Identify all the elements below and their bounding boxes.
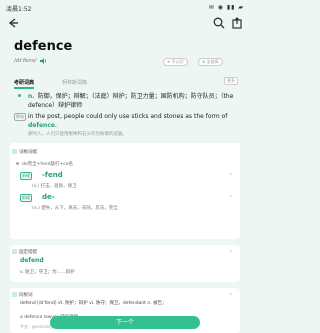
chevron-right-icon[interactable]: › — [230, 193, 232, 200]
phonetic: /dɪˈfens/ — [14, 58, 37, 64]
status-icons: ✉ ◉ ▮▮ ▰ — [208, 4, 244, 11]
headword: defence — [14, 39, 73, 54]
part-of-speech: n. — [28, 93, 35, 100]
affix-tag: 前缀 — [20, 172, 32, 180]
status-bar: 凌晨1:52 ✉ ◉ ▮▮ ▰ — [0, 0, 250, 14]
root-de[interactable]: de- — [42, 193, 55, 201]
phrase-card-title: 固定搭配 — [12, 249, 37, 255]
etymology-card-title: 词根词缀 — [12, 149, 37, 155]
more-button[interactable]: 更多 — [224, 77, 238, 85]
tab-kaoyan-dictionary[interactable]: 考研词典 — [14, 79, 35, 89]
example-translation: 那时人，人们只能用棍棒和石头作为防御的武器。 — [28, 132, 127, 137]
chevron-right-icon[interactable]: › — [230, 248, 232, 255]
tab-collins-dictionary[interactable]: 柯林斯词典 — [62, 79, 87, 86]
example-tag: 例句 — [14, 113, 26, 121]
root-fend-desc: (v.) 打击，驱除，保卫 — [32, 184, 77, 189]
phrase-word: defend — [20, 257, 44, 264]
etymology-card[interactable] — [10, 143, 240, 239]
example-text-after: . — [54, 122, 57, 129]
speaker-icon[interactable] — [39, 57, 47, 67]
related-line-3: 专业：generosity — [20, 324, 54, 329]
phrase-card[interactable]: defend v. 防卫，守卫；为……辩护 › — [10, 245, 240, 282]
status-time: 凌晨1:52 — [6, 6, 32, 13]
root-fend[interactable]: -fend — [42, 171, 63, 179]
arrow-left-icon[interactable] — [6, 16, 20, 30]
example-text-before: in the post, people could only use stick… — [28, 113, 228, 120]
bullet-dot — [16, 162, 19, 165]
chevron-right-icon[interactable]: › — [230, 291, 232, 298]
all-high-chip[interactable]: ⊕ 全部高 — [198, 58, 223, 66]
related-line-1: defend [dɪˈfend] vt. 防护；辩护 vi. 防守；保卫。def… — [20, 301, 167, 306]
related-card-title: 同根词 — [12, 292, 33, 298]
etymology-intro: de完全+fend敲打+ce名 — [22, 162, 73, 167]
chevron-right-icon[interactable]: › — [230, 171, 232, 178]
export-icon[interactable] — [230, 16, 244, 30]
definition: n. 防御，保护；辩解；（法庭）辩护；防卫力量；国防机构；防守队员；（the de… — [28, 92, 238, 110]
example-sentence: in the post, people could only use stick… — [28, 112, 240, 130]
not-know-chip[interactable]: ⊕ 不认识 — [163, 58, 188, 66]
bullet-dot — [18, 94, 21, 97]
phrase-meaning: v. 防卫，守卫；为……辩护 — [20, 270, 75, 275]
next-button[interactable]: 下一个 — [50, 316, 200, 329]
search-icon[interactable] — [212, 16, 226, 30]
example-highlight: defence — [28, 122, 55, 129]
affix-tag: 前缀 — [20, 194, 32, 202]
definition-meaning: 防御，保护；辩解；（法庭）辩护；防卫力量；国防机构；防守队员；（the defe… — [28, 93, 234, 109]
root-de-desc: (n.) 使失，从下，离去，去除，反向，完全 — [32, 206, 118, 211]
